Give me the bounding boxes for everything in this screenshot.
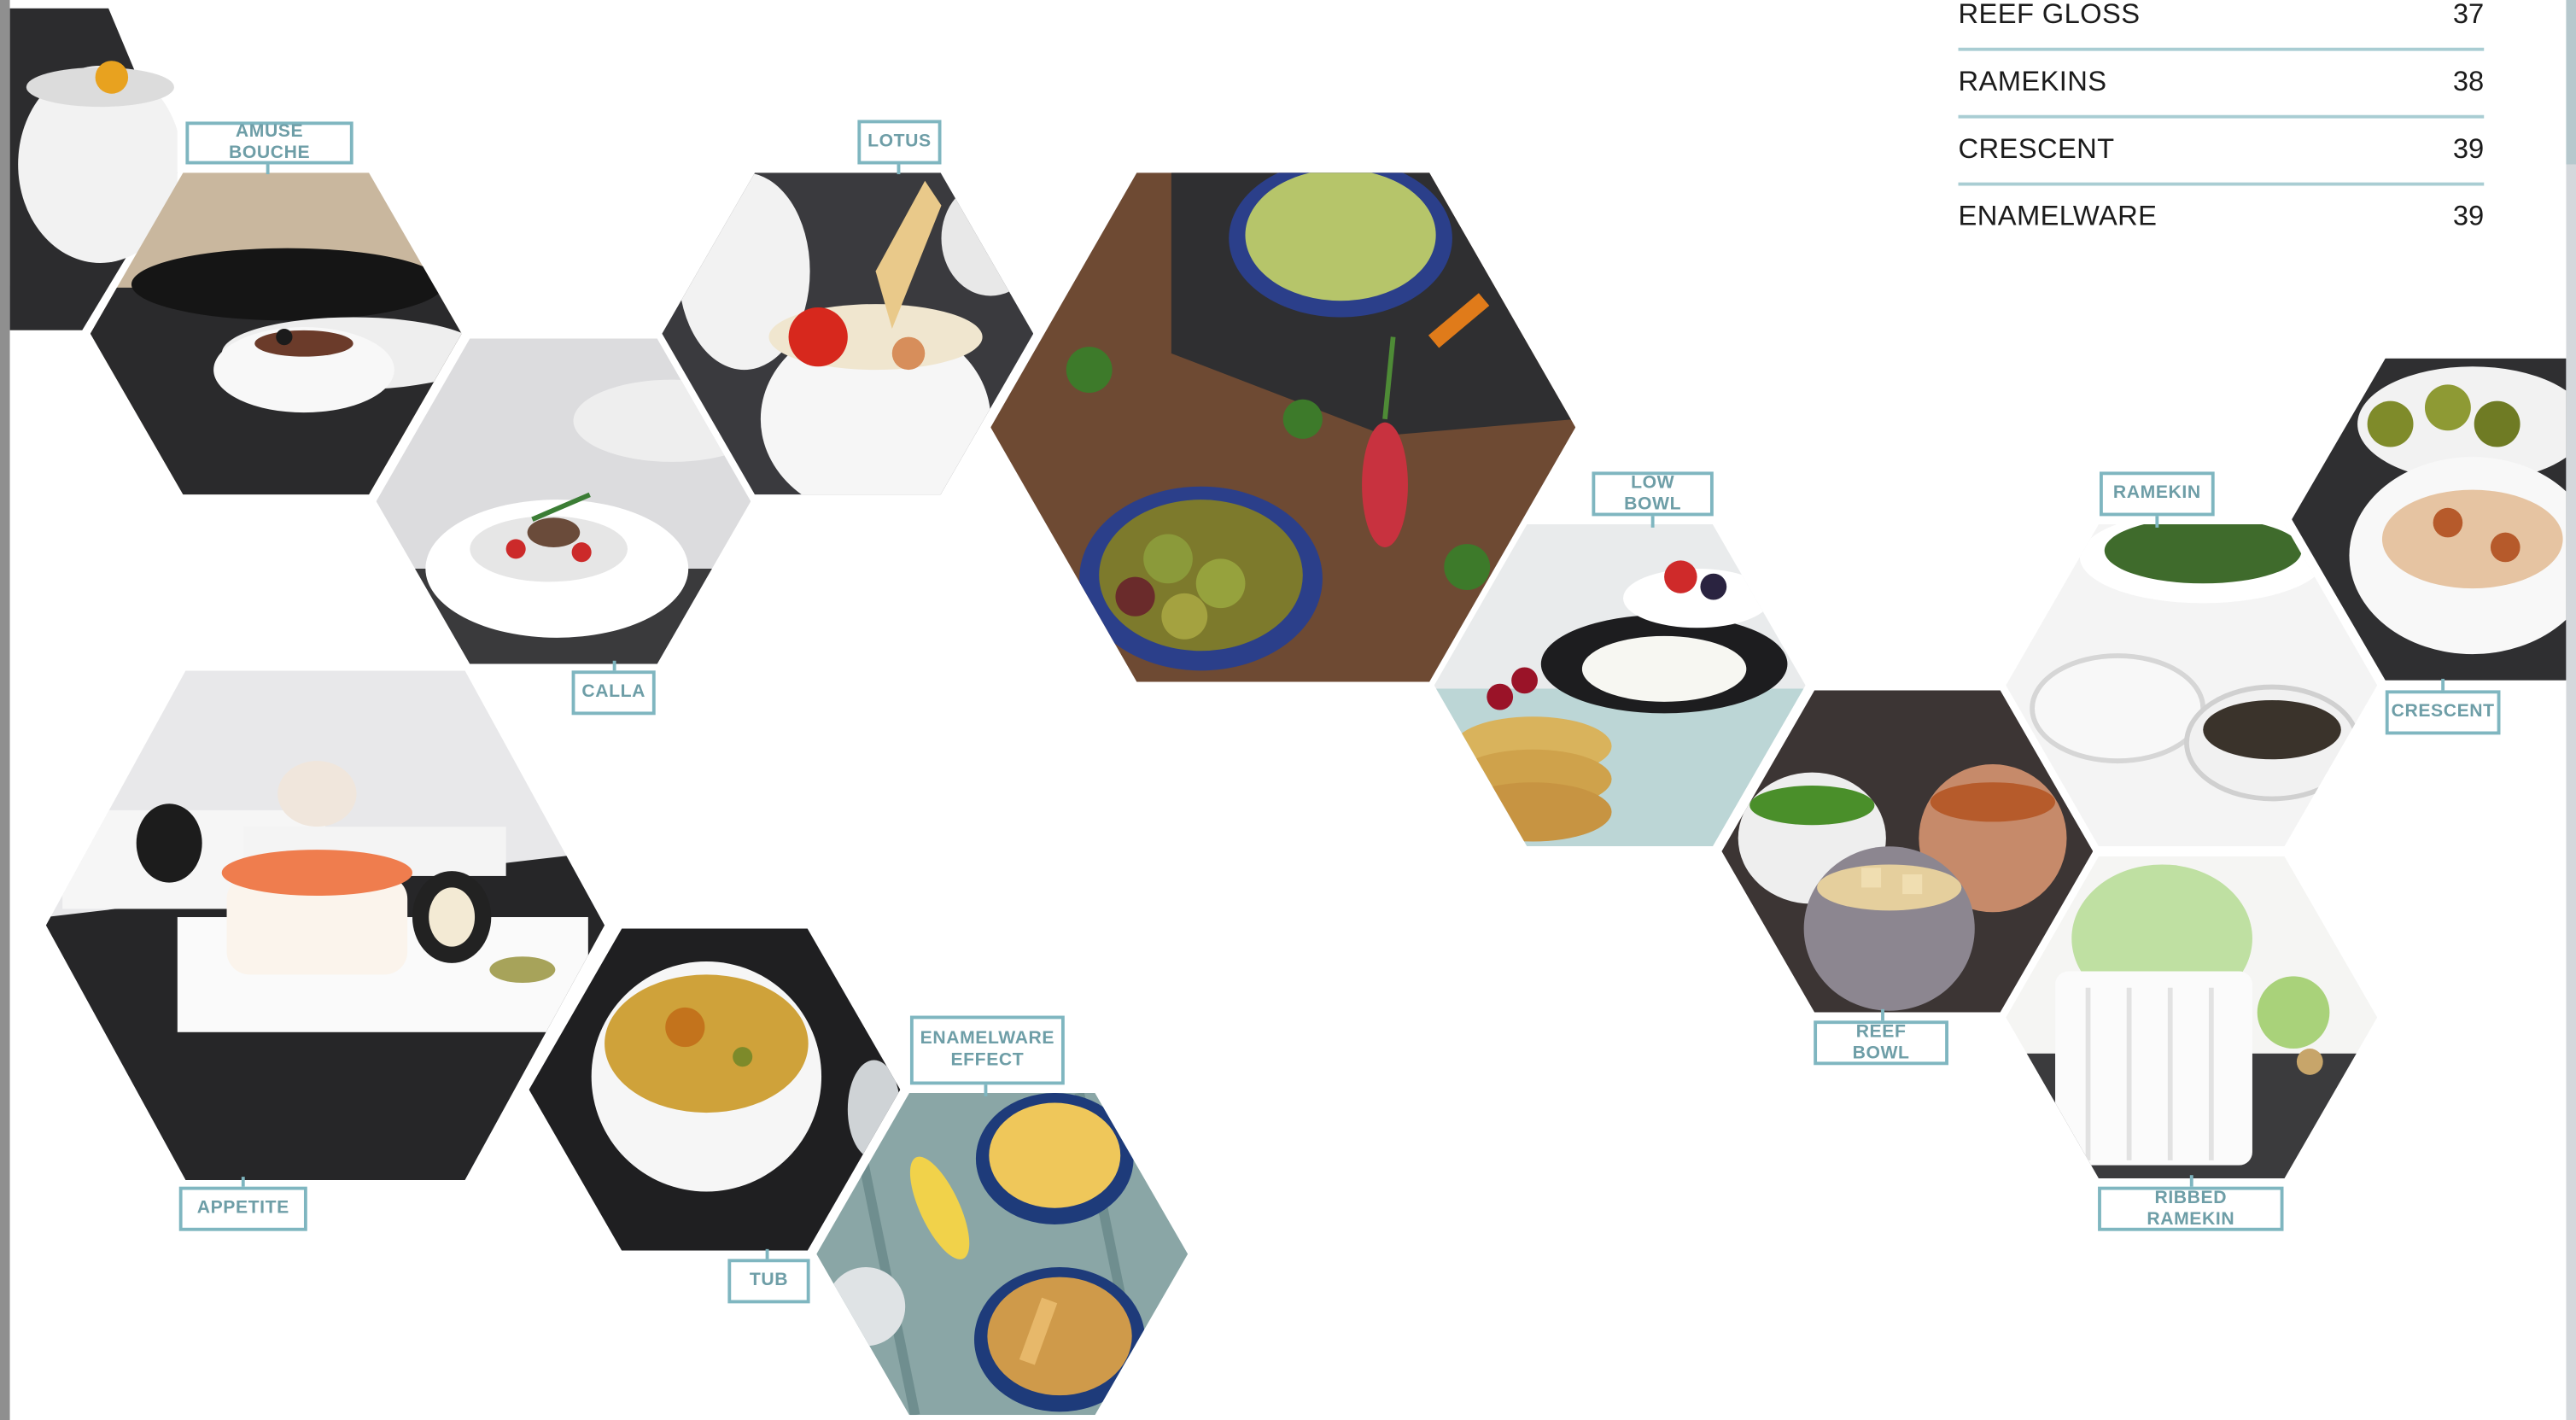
- index-item-page: 39: [2452, 200, 2485, 232]
- label-text: LOTUS: [867, 131, 932, 152]
- label-calla: CALLA: [571, 670, 656, 716]
- label-crescent: CRESCENT: [2385, 690, 2501, 735]
- index-item-page: 38: [2452, 65, 2485, 97]
- label-text-line1: ENAMELWARE: [920, 1028, 1055, 1049]
- tub-photo: [529, 928, 901, 1251]
- crescent-photo: [2292, 358, 2567, 681]
- label-connector: [1650, 514, 1655, 528]
- index-item-name: REEF GLOSS: [1958, 0, 2141, 30]
- label-ribbed-ramekin: RIBBED RAMEKIN: [2098, 1186, 2284, 1231]
- index-row[interactable]: ENAMELWARE 39: [1959, 186, 2485, 250]
- appetite-photo: [45, 670, 605, 1181]
- label-ramekin: RAMEKIN: [2099, 471, 2215, 517]
- index-item-page: 37: [2452, 0, 2485, 30]
- scrollbar-thumb[interactable]: [2566, 0, 2576, 165]
- label-text: REEF BOWL: [1852, 1021, 1910, 1063]
- product-index: REEF GLOSS 37 RAMEKINS 38 CRESCENT 39 EN…: [1958, 0, 2485, 250]
- label-text: CRESCENT: [2391, 701, 2495, 722]
- label-tub: TUB: [727, 1259, 810, 1304]
- index-item-name: CRESCENT: [1958, 132, 2115, 165]
- page-edge-left: [0, 0, 10, 1420]
- label-text: AMUSE BOUCHE: [228, 121, 311, 163]
- label-connector: [984, 1083, 988, 1096]
- index-item-name: RAMEKINS: [1958, 65, 2107, 97]
- label-text: RAMEKIN: [2112, 482, 2201, 503]
- index-item-name: ENAMELWARE: [1958, 200, 2158, 232]
- label-appetite: APPETITE: [178, 1186, 307, 1231]
- label-text: RIBBED RAMEKIN: [2147, 1187, 2235, 1229]
- label-connector: [2155, 514, 2159, 528]
- label-text: TUB: [749, 1270, 789, 1290]
- label-amuse-bouche: AMUSE BOUCHE: [185, 121, 353, 165]
- label-low-bowl: LOW BOWL: [1592, 471, 1714, 517]
- label-text: LOW BOWL: [1624, 472, 1682, 514]
- label-reef-bowl: REEF BOWL: [1814, 1020, 1948, 1066]
- index-row[interactable]: RAMEKINS 38: [1958, 51, 2485, 119]
- index-row[interactable]: CRESCENT 39: [1958, 119, 2485, 186]
- scrollbar-track[interactable]: [2566, 0, 2576, 1420]
- index-row[interactable]: REEF GLOSS 37: [1958, 0, 2485, 51]
- label-text-line2: EFFECT: [950, 1049, 1025, 1071]
- index-item-page: 39: [2452, 132, 2485, 165]
- label-enamelware-effect: ENAMELWARE EFFECT: [909, 1015, 1065, 1085]
- label-text: ENAMELWARE EFFECT: [920, 1029, 1054, 1072]
- label-text: APPETITE: [196, 1198, 289, 1218]
- catalog-page: REEF GLOSS 37 RAMEKINS 38 CRESCENT 39 EN…: [0, 0, 2576, 1420]
- label-lotus: LOTUS: [857, 120, 942, 165]
- label-text: CALLA: [581, 681, 645, 702]
- enamelware-photo: [816, 1092, 1189, 1416]
